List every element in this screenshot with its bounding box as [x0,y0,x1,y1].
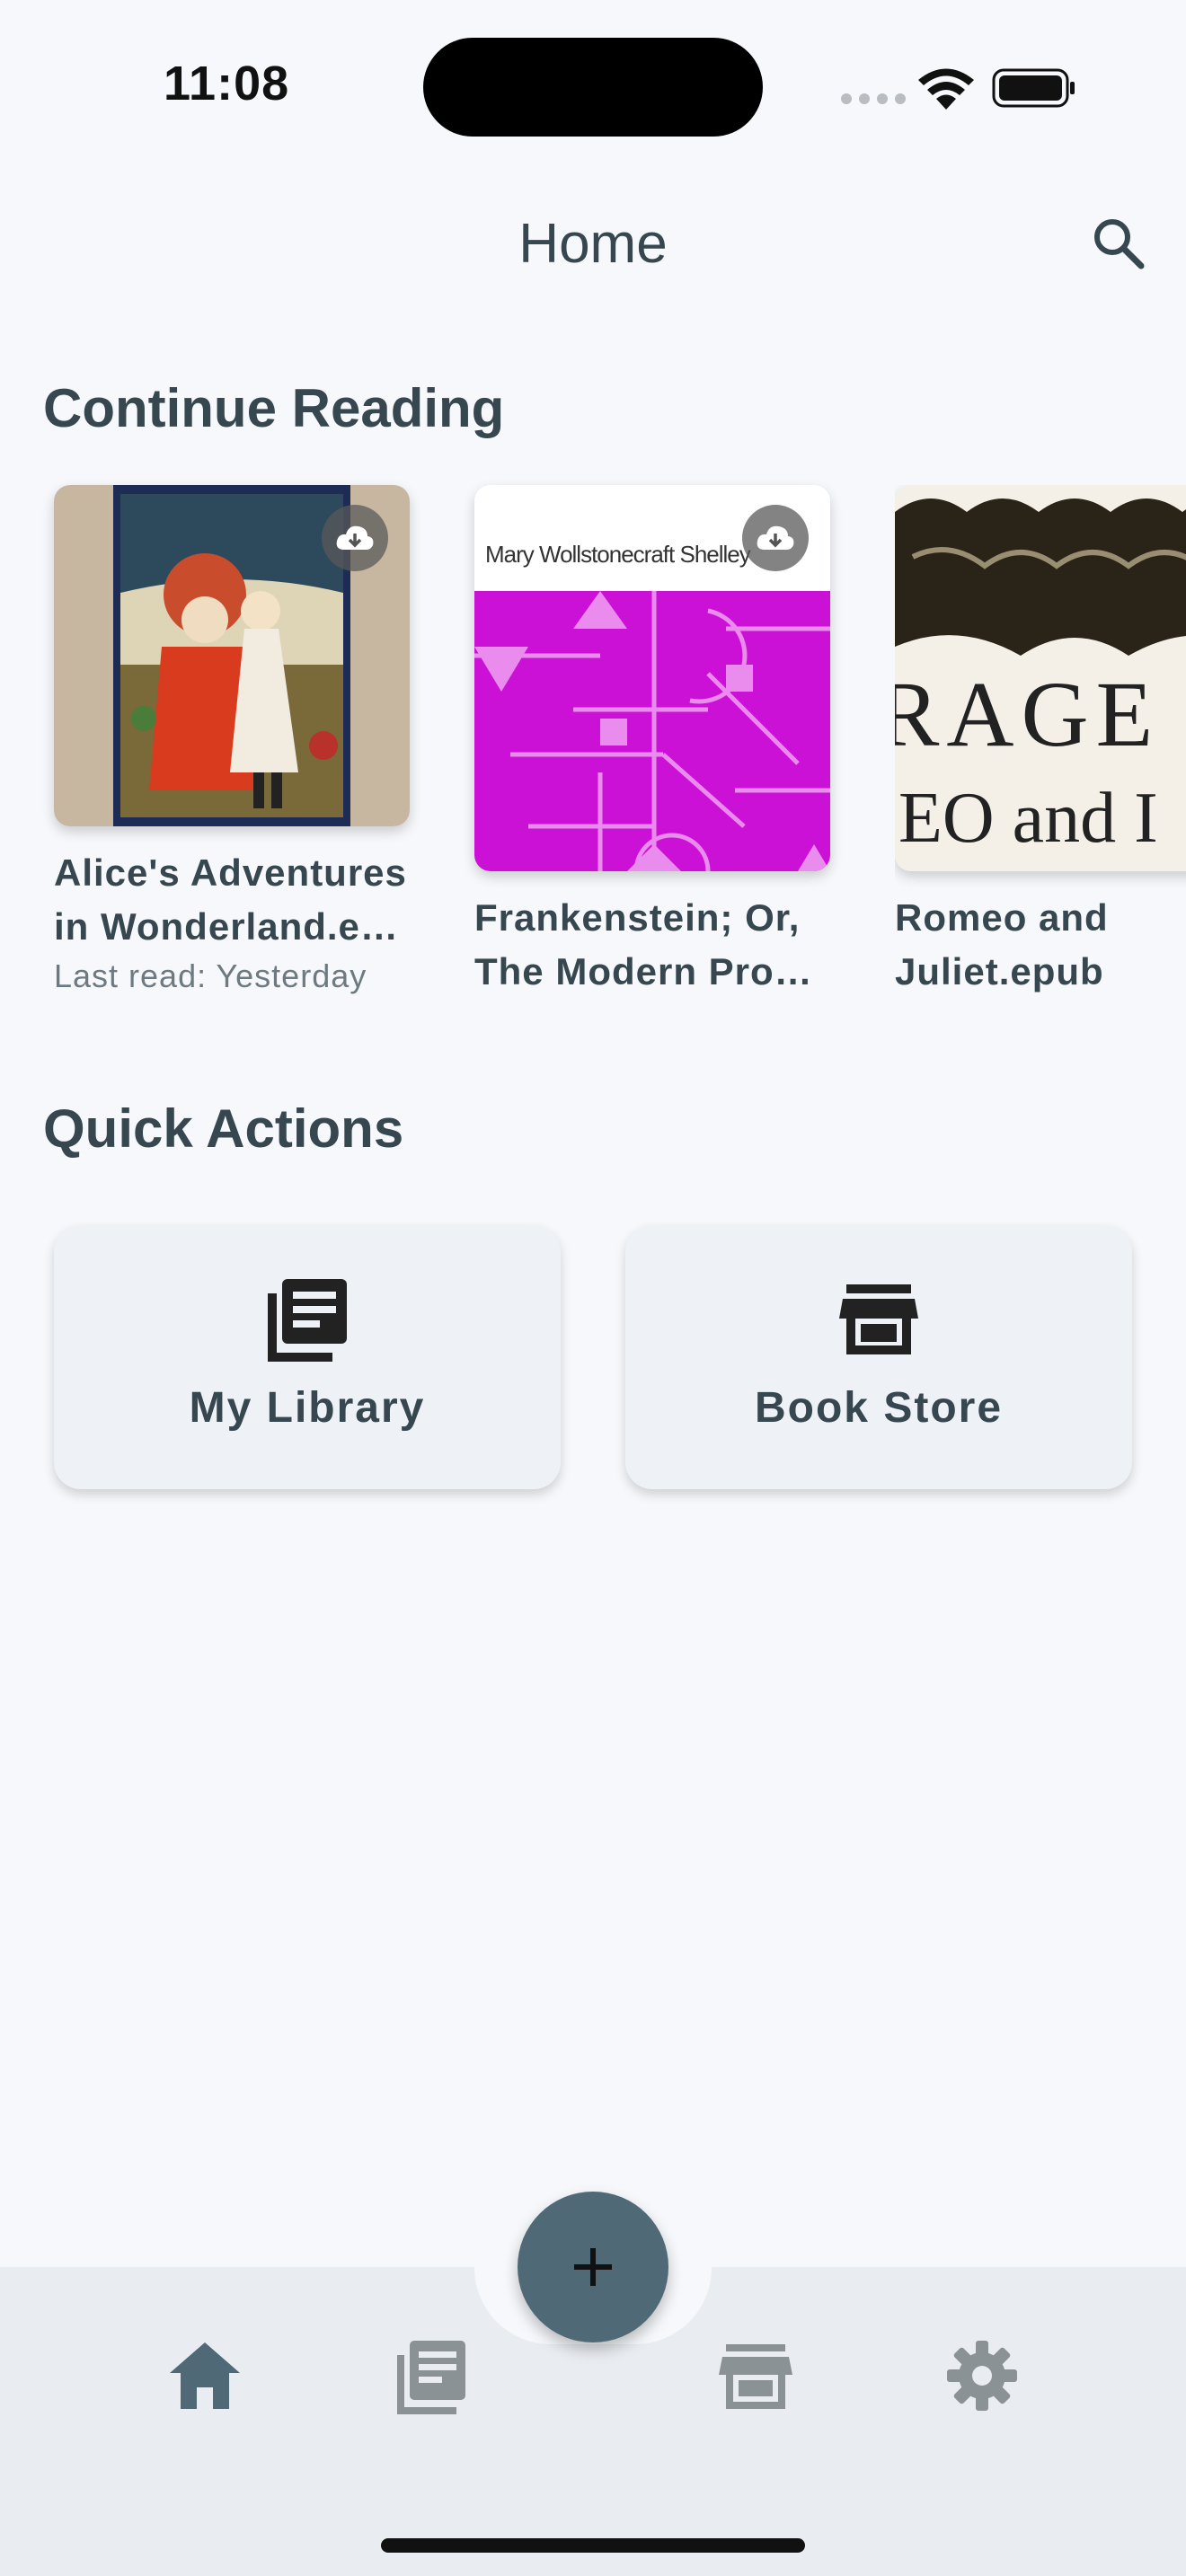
book-store-label: Book Store [754,1384,1004,1432]
cover-author: Mary Wollstonecraft Shelley [485,541,751,568]
cloud-download-icon[interactable] [322,505,388,571]
cloud-download-icon[interactable] [742,505,809,571]
book-title-line2: Juliet.epub [895,950,1104,992]
last-read-label: Last read: Yesterday [54,957,367,994]
search-icon[interactable] [1087,212,1152,277]
home-icon[interactable] [164,2335,245,2416]
book-cover: Mary Wollstonecraft Shelley [474,485,830,871]
book-title-line1: Frankenstein; Or, [474,896,801,939]
book-title-line1: Romeo and [895,896,1109,939]
book-card-alice[interactable]: Alice's Adventures in Wonderland.e… Last… [54,485,410,995]
page-title: Home [518,213,668,275]
book-title-line2: in Wonderland.e… [54,905,399,948]
library-icon [268,1279,347,1362]
store-icon[interactable] [715,2335,796,2416]
battery-icon [992,68,1075,108]
wifi-icon [918,68,974,110]
cover-text-line1: RAGE [895,663,1161,766]
status-time: 11:08 [164,57,290,110]
book-card-frankenstein[interactable]: Mary Wollstonecraft Shelley Frankenstein… [474,485,830,999]
book-card-romeo[interactable]: RAGE EO and I Romeo and Juliet.epub [895,485,1186,999]
book-title-line2: The Modern Pro… [474,950,813,992]
library-icon[interactable] [390,2335,471,2416]
my-library-label: My Library [189,1384,426,1432]
book-store-button[interactable]: Book Store [625,1225,1132,1489]
cover-text-line2: EO and I [898,779,1158,858]
book-title-line1: Alice's Adventures [54,851,407,894]
cellular-signal-icon [841,93,906,104]
quick-actions-title: Quick Actions [43,1098,404,1159]
add-book-fab[interactable] [518,2192,668,2342]
plus-icon [574,2248,612,2286]
home-indicator[interactable] [381,2538,805,2553]
settings-icon[interactable] [942,2335,1022,2416]
dynamic-island [423,38,763,137]
continue-reading-title: Continue Reading [43,378,505,438]
store-icon [839,1284,918,1354]
book-cover: RAGE EO and I [895,485,1186,871]
book-cover [54,485,410,826]
my-library-button[interactable]: My Library [54,1225,561,1489]
